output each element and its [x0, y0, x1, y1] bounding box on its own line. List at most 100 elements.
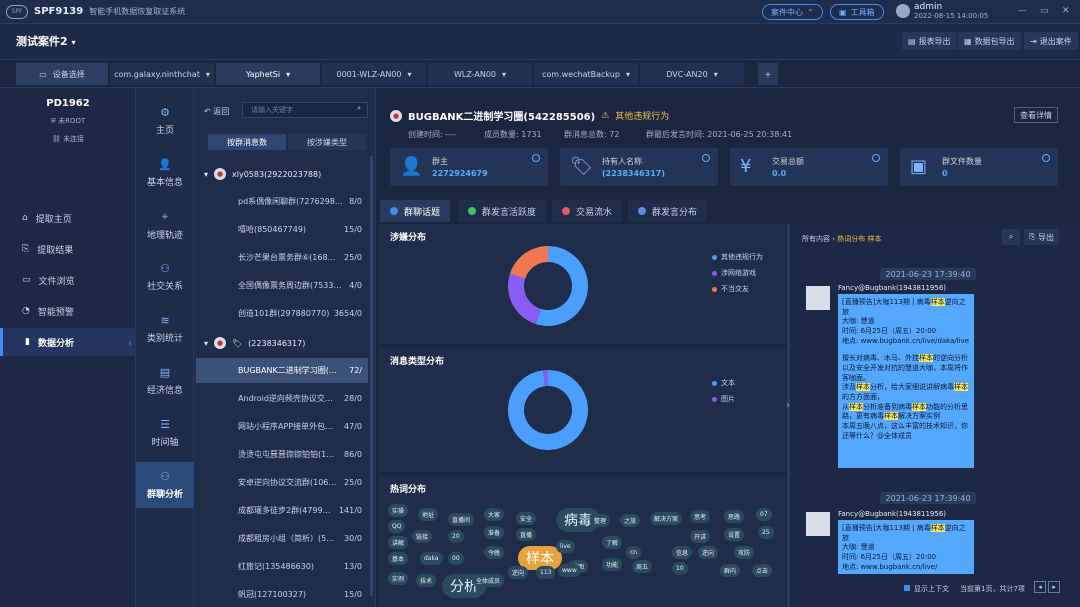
- list-item[interactable]: pd系偶像闲聊群(7276298… 8/0: [196, 189, 368, 214]
- list-item[interactable]: 烫烫屯屯葺葺锪锪铂铂(1… 86/0: [196, 442, 368, 467]
- minimize-icon[interactable]: —: [1018, 6, 1027, 16]
- hotword-tag[interactable]: 今晚: [484, 546, 505, 559]
- message-bubble[interactable]: [直播预告]大咖113期 | 病毒样本逆向之旅 大咖: 慧道 时间: 6月25日…: [838, 294, 974, 468]
- tab-activity[interactable]: 群发言活跃度: [458, 200, 547, 222]
- hotword-tag[interactable]: 地址: [418, 508, 439, 521]
- next-page-icon[interactable]: ▸: [1048, 581, 1060, 593]
- hotword-tag[interactable]: 之旅: [620, 514, 641, 527]
- nav-file-browse[interactable]: ▭ 文件浏览: [0, 266, 136, 294]
- account-group-1[interactable]: ▾ ● xly0583(2922023788): [204, 168, 321, 180]
- mnav-home[interactable]: ⚙ 主页: [136, 98, 194, 144]
- hotword-tag[interactable]: 开讲: [690, 530, 711, 543]
- hotword-tag[interactable]: 解决方案: [650, 512, 683, 525]
- list-item[interactable]: BUGBANK二进制学习圈(… 72/: [196, 358, 368, 383]
- hotword-tag[interactable]: 大家: [484, 508, 505, 521]
- hotword-tag[interactable]: 攻防: [734, 546, 755, 559]
- hotword-tag[interactable]: 20: [448, 530, 464, 543]
- list-item[interactable]: 嘻哈(850467749) 15/0: [196, 217, 368, 242]
- prev-page-icon[interactable]: ◂: [1034, 581, 1046, 593]
- hotword-tag[interactable]: 实例: [388, 572, 409, 585]
- search-icon[interactable]: ⌕: [357, 104, 361, 113]
- tab-device-4[interactable]: WLZ-AN00 ▾: [428, 63, 532, 85]
- hotword-tag[interactable]: 基本: [388, 552, 409, 565]
- tab-device-3[interactable]: 0001-WLZ-AN00 ▾: [322, 63, 426, 85]
- hotword-tag[interactable]: 直播: [516, 528, 537, 541]
- nav-smart-alert[interactable]: ◔ 智能预警: [0, 297, 136, 325]
- donut-slice-1[interactable]: [508, 273, 541, 325]
- list-item[interactable]: 红旅记(135486630) 13/0: [196, 554, 368, 579]
- hotword-tag[interactable]: 逆向: [508, 566, 529, 579]
- tab-group-topics[interactable]: 群聊话题: [380, 200, 451, 222]
- transaction-card[interactable]: ¥ 交易总额 0.0: [730, 148, 888, 186]
- hotword-tag[interactable]: 25: [758, 526, 774, 539]
- hotword-tag[interactable]: 10: [672, 562, 688, 575]
- mnav-geo-track[interactable]: ⌖ 地理轨迹: [136, 202, 194, 248]
- tab-device-1[interactable]: com.galaxy.ninthchat ▾: [110, 63, 214, 85]
- sort-by-type-button[interactable]: 按涉嫌类型: [288, 134, 366, 150]
- close-icon[interactable]: ✕: [1062, 6, 1070, 16]
- tab-device-6[interactable]: DVC-AN20 ▾: [640, 63, 744, 85]
- export-package-button[interactable]: ▦ 数据包导出: [958, 32, 1021, 50]
- hotword-tag[interactable]: 实操: [388, 504, 409, 517]
- search-input[interactable]: 请输入关键字 ⌕: [242, 102, 368, 118]
- tab-distribution[interactable]: 群发言分布: [628, 200, 708, 222]
- account-group-2[interactable]: ▾ ● 🏷 (2238346317): [204, 337, 305, 349]
- tab-transactions[interactable]: 交易流水: [552, 200, 623, 222]
- hotword-tag[interactable]: live: [556, 540, 575, 553]
- message-bubble[interactable]: [直播预告]大咖113期 | 病毒样本逆向之旅 大咖: 慧道 时间: 6月25日…: [838, 520, 974, 574]
- list-item[interactable]: 全国偶像票务周边群(7533… 4/0: [196, 273, 368, 298]
- nav-data-analysis[interactable]: ▮ 数据分析: [0, 328, 136, 356]
- mnav-timeline[interactable]: ☰ 时间轴: [136, 410, 194, 456]
- hotword-tag[interactable]: 思路: [724, 510, 745, 523]
- hotword-tag[interactable]: daka: [420, 552, 443, 565]
- hotword-tag[interactable]: 周五: [632, 560, 653, 573]
- mnav-basic-info[interactable]: 👤 基本信息: [136, 150, 194, 196]
- hotword-tag[interactable]: 链接: [412, 530, 433, 543]
- tab-device-2[interactable]: YaphetSi ▾: [216, 63, 320, 85]
- hotword-tag[interactable]: 全体成员: [472, 574, 505, 587]
- tab-device-5[interactable]: com.wechatBackup ▾: [534, 63, 638, 85]
- hotword-tag[interactable]: www: [558, 564, 581, 577]
- hotword-tag[interactable]: 功能: [602, 558, 623, 571]
- hotword-tag[interactable]: 讲解: [388, 536, 409, 549]
- hotword-tag[interactable]: 思考: [690, 510, 711, 523]
- list-item[interactable]: 长沙芒果台票务群⑥(168… 25/0: [196, 245, 368, 270]
- list-item[interactable]: 成都租房小组（简析）(5… 30/0: [196, 526, 368, 551]
- list-item[interactable]: 成都瓘多徒步2群(4799… 141/0: [196, 498, 368, 523]
- collapse-icon[interactable]: ‹: [128, 338, 132, 349]
- nav-extract-home[interactable]: ⌂ 提取主页: [0, 204, 136, 232]
- add-tab-icon[interactable]: +: [758, 63, 778, 85]
- hotword-tag[interactable]: 点击: [752, 564, 773, 577]
- back-button[interactable]: ↶ 返回: [204, 106, 229, 117]
- arrow-circle-icon[interactable]: [872, 154, 880, 162]
- hotword-tag[interactable]: 07: [756, 508, 772, 521]
- toolbox-button[interactable]: ▣ 工具箱: [830, 4, 884, 20]
- hotword-tag[interactable]: 群内: [720, 564, 741, 577]
- hotword-tag[interactable]: cn: [626, 546, 642, 559]
- case-title[interactable]: 测试案件2 ▾: [16, 33, 76, 49]
- donut-slice-2[interactable]: [509, 246, 548, 279]
- view-details-button[interactable]: 查看详情: [1014, 107, 1058, 123]
- list-item[interactable]: Android逆向频壳协议交… 28/0: [196, 386, 368, 411]
- mnav-category-stats[interactable]: ≋ 类别统计: [136, 306, 194, 352]
- user-info[interactable]: admin 2022-08-15 14:00:05: [896, 2, 988, 20]
- case-center-button[interactable]: 案件中心 ⌃: [762, 4, 823, 20]
- nav-extract-results[interactable]: ⎘ 提取结果: [0, 235, 136, 263]
- chat-export-button[interactable]: ⎘ 导出: [1024, 229, 1059, 245]
- group-files-card[interactable]: ▣ 群文件数量 0: [900, 148, 1058, 186]
- holder-card[interactable]: 🏷 持有人名称 (2238346317): [560, 148, 718, 186]
- maximize-icon[interactable]: ▭: [1040, 6, 1049, 16]
- list-item[interactable]: 安卓逆向协议交流群(106… 25/0: [196, 470, 368, 495]
- hotword-tag[interactable]: 00: [448, 552, 464, 565]
- hotword-tag[interactable]: 设置: [724, 528, 745, 541]
- mnav-economic[interactable]: ▤ 经济信息: [136, 358, 194, 404]
- list-item[interactable]: 创造101群(297880770) 3654/0: [196, 301, 368, 326]
- hotword-tag[interactable]: 直播间: [448, 513, 475, 526]
- owner-card[interactable]: 👤 群主 2272924679: [390, 148, 548, 186]
- context-checkbox[interactable]: [904, 585, 910, 591]
- sort-by-msg-button[interactable]: 按群消息数: [208, 134, 286, 150]
- hotword-tag[interactable]: 113: [536, 566, 556, 579]
- hotword-tag[interactable]: 了解: [602, 536, 623, 549]
- device-select-tab[interactable]: ▭ 设备选择: [16, 63, 108, 85]
- hotword-tag[interactable]: QQ: [388, 520, 406, 533]
